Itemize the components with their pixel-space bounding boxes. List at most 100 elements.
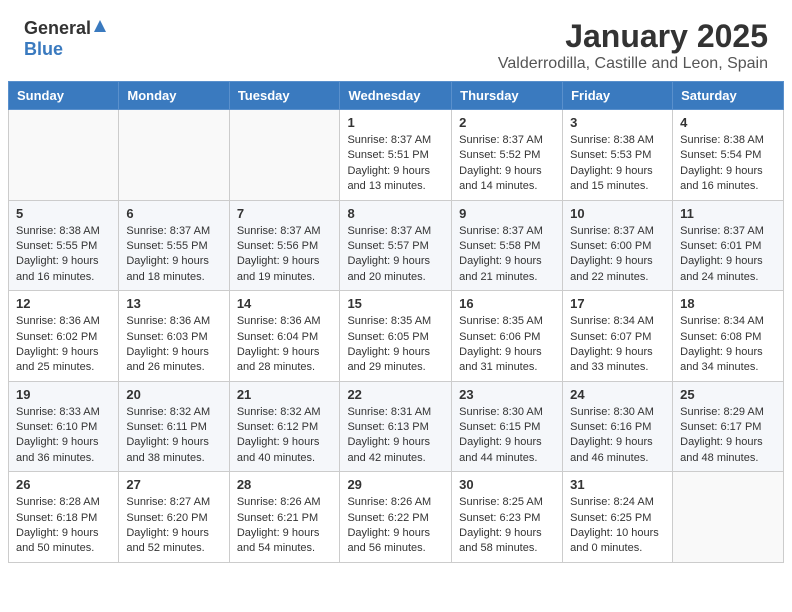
calendar-cell: 21 Sunrise: 8:32 AM Sunset: 6:12 PM Dayli… [229, 381, 340, 472]
calendar-cell: 28 Sunrise: 8:26 AM Sunset: 6:21 PM Dayli… [229, 472, 340, 563]
header-monday: Monday [119, 82, 229, 110]
day-info: Sunrise: 8:26 AM Sunset: 6:21 PM Dayligh… [237, 495, 333, 557]
weekday-header-row: Sunday Monday Tuesday Wednesday Thursday… [9, 82, 784, 110]
calendar-cell: 29 Sunrise: 8:26 AM Sunset: 6:22 PM Dayli… [340, 472, 452, 563]
calendar-week-1: 1 Sunrise: 8:37 AM Sunset: 5:51 PM Daylig… [9, 110, 784, 201]
header-wednesday: Wednesday [340, 82, 452, 110]
calendar-cell: 9 Sunrise: 8:37 AM Sunset: 5:58 PM Daylig… [452, 200, 563, 291]
day-info: Sunrise: 8:34 AM Sunset: 6:07 PM Dayligh… [570, 314, 665, 376]
day-info: Sunrise: 8:37 AM Sunset: 5:58 PM Dayligh… [459, 224, 555, 286]
day-number: 26 [16, 477, 111, 492]
calendar-cell [119, 110, 229, 201]
day-info: Sunrise: 8:28 AM Sunset: 6:18 PM Dayligh… [16, 495, 111, 557]
calendar-cell: 18 Sunrise: 8:34 AM Sunset: 6:08 PM Dayli… [673, 291, 784, 382]
day-info: Sunrise: 8:34 AM Sunset: 6:08 PM Dayligh… [680, 314, 776, 376]
day-number: 31 [570, 477, 665, 492]
day-info: Sunrise: 8:24 AM Sunset: 6:25 PM Dayligh… [570, 495, 665, 557]
day-info: Sunrise: 8:26 AM Sunset: 6:22 PM Dayligh… [347, 495, 444, 557]
calendar-week-4: 19Sunrise: 8:33 AM Sunset: 6:10 PM Dayli… [9, 381, 784, 472]
day-info: Sunrise: 8:37 AM Sunset: 6:00 PM Dayligh… [570, 224, 665, 286]
calendar-cell: 16 Sunrise: 8:35 AM Sunset: 6:06 PM Dayli… [452, 291, 563, 382]
day-number: 18 [680, 296, 776, 311]
header-sunday: Sunday [9, 82, 119, 110]
day-info: Sunrise: 8:30 AM Sunset: 6:15 PM Dayligh… [459, 405, 555, 467]
day-number: 4 [680, 115, 776, 130]
day-number: 5 [16, 206, 111, 221]
day-info: Sunrise: 8:37 AM Sunset: 5:57 PM Dayligh… [347, 224, 444, 286]
calendar-cell: 14Sunrise: 8:36 AM Sunset: 6:04 PM Dayli… [229, 291, 340, 382]
day-info: Sunrise: 8:37 AM Sunset: 6:01 PM Dayligh… [680, 224, 776, 286]
calendar-table: Sunday Monday Tuesday Wednesday Thursday… [8, 81, 784, 563]
day-info: Sunrise: 8:37 AM Sunset: 5:52 PM Dayligh… [459, 133, 555, 195]
day-number: 1 [347, 115, 444, 130]
day-info: Sunrise: 8:32 AM Sunset: 6:11 PM Dayligh… [126, 405, 221, 467]
day-number: 10 [570, 206, 665, 221]
day-number: 24 [570, 387, 665, 402]
calendar-week-2: 5Sunrise: 8:38 AM Sunset: 5:55 PM Daylig… [9, 200, 784, 291]
calendar-cell: 24 Sunrise: 8:30 AM Sunset: 6:16 PM Dayli… [563, 381, 673, 472]
calendar-cell: 30 Sunrise: 8:25 AM Sunset: 6:23 PM Dayli… [452, 472, 563, 563]
day-info: Sunrise: 8:33 AM Sunset: 6:10 PM Dayligh… [16, 405, 111, 467]
day-info: Sunrise: 8:32 AM Sunset: 6:12 PM Dayligh… [237, 405, 333, 467]
calendar-cell: 3 Sunrise: 8:38 AM Sunset: 5:53 PM Daylig… [563, 110, 673, 201]
day-number: 12 [16, 296, 111, 311]
header-tuesday: Tuesday [229, 82, 340, 110]
day-number: 11 [680, 206, 776, 221]
calendar-cell: 20 Sunrise: 8:32 AM Sunset: 6:11 PM Dayli… [119, 381, 229, 472]
calendar-cell: 25Sunrise: 8:29 AM Sunset: 6:17 PM Dayli… [673, 381, 784, 472]
day-info: Sunrise: 8:30 AM Sunset: 6:16 PM Dayligh… [570, 405, 665, 467]
day-info: Sunrise: 8:38 AM Sunset: 5:53 PM Dayligh… [570, 133, 665, 195]
calendar-cell [229, 110, 340, 201]
calendar-cell: 7Sunrise: 8:37 AM Sunset: 5:56 PM Daylig… [229, 200, 340, 291]
day-number: 30 [459, 477, 555, 492]
calendar-subtitle: Valderrodilla, Castille and Leon, Spain [498, 55, 768, 73]
calendar-cell: 19Sunrise: 8:33 AM Sunset: 6:10 PM Dayli… [9, 381, 119, 472]
day-number: 28 [237, 477, 333, 492]
logo: General Blue [24, 18, 107, 60]
day-number: 21 [237, 387, 333, 402]
calendar-header: Sunday Monday Tuesday Wednesday Thursday… [9, 82, 784, 110]
day-number: 16 [459, 296, 555, 311]
calendar-cell: 22Sunrise: 8:31 AM Sunset: 6:13 PM Dayli… [340, 381, 452, 472]
calendar-cell: 2Sunrise: 8:37 AM Sunset: 5:52 PM Daylig… [452, 110, 563, 201]
header-saturday: Saturday [673, 82, 784, 110]
day-info: Sunrise: 8:35 AM Sunset: 6:06 PM Dayligh… [459, 314, 555, 376]
day-number: 13 [126, 296, 221, 311]
day-info: Sunrise: 8:38 AM Sunset: 5:54 PM Dayligh… [680, 133, 776, 195]
calendar-cell: 23 Sunrise: 8:30 AM Sunset: 6:15 PM Dayli… [452, 381, 563, 472]
day-info: Sunrise: 8:36 AM Sunset: 6:02 PM Dayligh… [16, 314, 111, 376]
calendar-week-3: 12 Sunrise: 8:36 AM Sunset: 6:02 PM Dayli… [9, 291, 784, 382]
day-number: 15 [347, 296, 444, 311]
day-number: 23 [459, 387, 555, 402]
logo-blue-text: Blue [24, 39, 63, 59]
day-number: 3 [570, 115, 665, 130]
day-info: Sunrise: 8:37 AM Sunset: 5:55 PM Dayligh… [126, 224, 221, 286]
logo-arrow-icon [93, 19, 107, 38]
calendar-cell: 12 Sunrise: 8:36 AM Sunset: 6:02 PM Dayli… [9, 291, 119, 382]
calendar-cell: 13Sunrise: 8:36 AM Sunset: 6:03 PM Dayli… [119, 291, 229, 382]
day-info: Sunrise: 8:37 AM Sunset: 5:51 PM Dayligh… [347, 133, 444, 195]
calendar-cell: 1 Sunrise: 8:37 AM Sunset: 5:51 PM Daylig… [340, 110, 452, 201]
page-header: General Blue January 2025 Valderrodilla,… [0, 0, 792, 81]
calendar-cell: 11 Sunrise: 8:37 AM Sunset: 6:01 PM Dayli… [673, 200, 784, 291]
day-number: 29 [347, 477, 444, 492]
day-number: 17 [570, 296, 665, 311]
calendar-cell: 8Sunrise: 8:37 AM Sunset: 5:57 PM Daylig… [340, 200, 452, 291]
calendar-cell: 4 Sunrise: 8:38 AM Sunset: 5:54 PM Daylig… [673, 110, 784, 201]
day-info: Sunrise: 8:35 AM Sunset: 6:05 PM Dayligh… [347, 314, 444, 376]
calendar-cell: 10 Sunrise: 8:37 AM Sunset: 6:00 PM Dayli… [563, 200, 673, 291]
calendar-cell: 5Sunrise: 8:38 AM Sunset: 5:55 PM Daylig… [9, 200, 119, 291]
calendar-cell: 31 Sunrise: 8:24 AM Sunset: 6:25 PM Dayli… [563, 472, 673, 563]
day-info: Sunrise: 8:25 AM Sunset: 6:23 PM Dayligh… [459, 495, 555, 557]
day-number: 20 [126, 387, 221, 402]
calendar-cell: 27Sunrise: 8:27 AM Sunset: 6:20 PM Dayli… [119, 472, 229, 563]
day-number: 9 [459, 206, 555, 221]
calendar-title: January 2025 [498, 18, 768, 55]
calendar-wrapper: Sunday Monday Tuesday Wednesday Thursday… [0, 81, 792, 571]
calendar-cell: 15 Sunrise: 8:35 AM Sunset: 6:05 PM Dayli… [340, 291, 452, 382]
day-info: Sunrise: 8:36 AM Sunset: 6:04 PM Dayligh… [237, 314, 333, 376]
calendar-cell: 26 Sunrise: 8:28 AM Sunset: 6:18 PM Dayli… [9, 472, 119, 563]
day-number: 25 [680, 387, 776, 402]
header-thursday: Thursday [452, 82, 563, 110]
day-info: Sunrise: 8:37 AM Sunset: 5:56 PM Dayligh… [237, 224, 333, 286]
